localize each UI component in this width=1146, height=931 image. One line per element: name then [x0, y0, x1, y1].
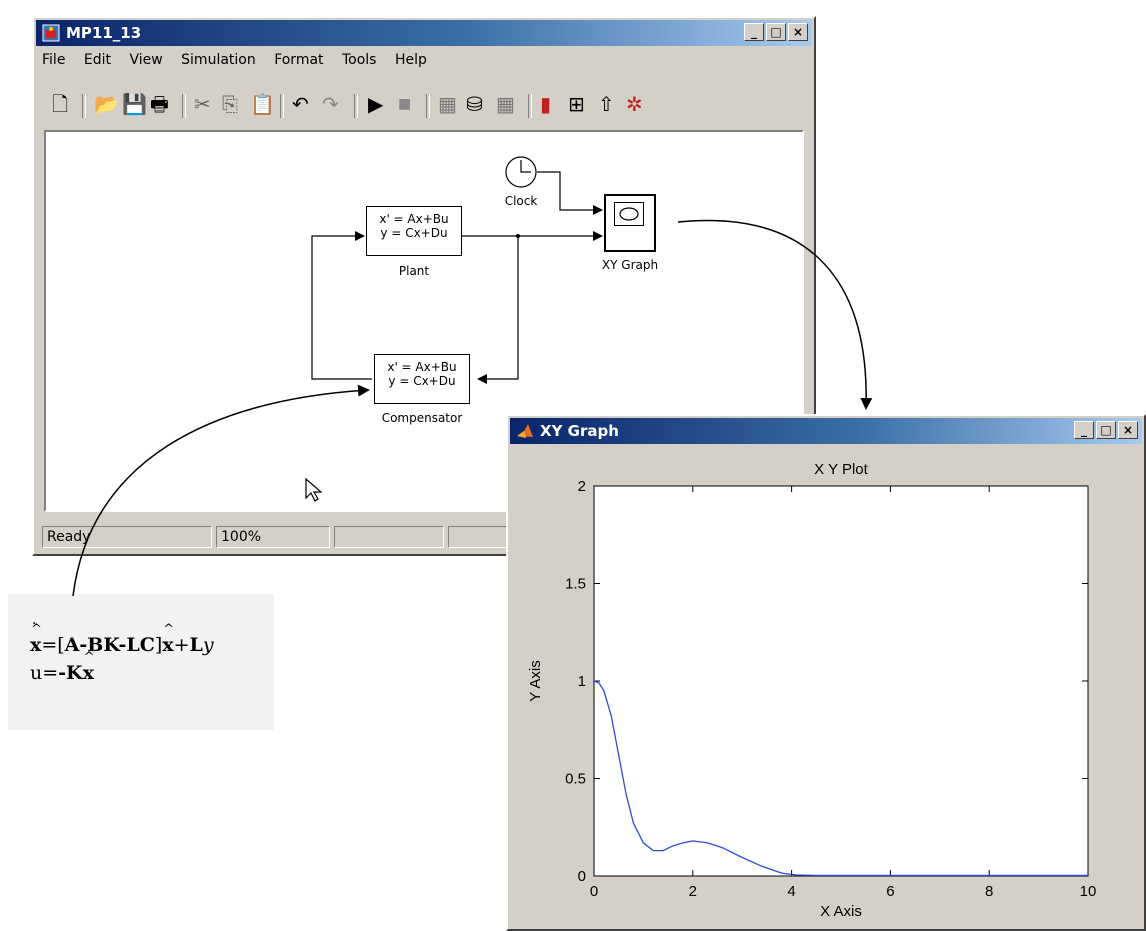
simulink-app-icon — [42, 24, 60, 42]
save-icon[interactable]: 💾 — [122, 90, 147, 118]
new-file-icon[interactable]: 🗋 — [52, 90, 68, 118]
matlab-logo-icon — [516, 422, 534, 440]
y-tick-label: 0.5 — [565, 771, 586, 788]
menu-format[interactable]: Format — [274, 52, 323, 68]
xy-graph-label: XY Graph — [601, 258, 659, 272]
status-text: Ready — [42, 526, 212, 548]
compensator-block[interactable]: x' = Ax+Bu y = Cx+Du — [374, 354, 470, 404]
y-axis-label: Y Axis — [527, 660, 544, 701]
x-axis-label: X Axis — [820, 903, 862, 920]
cut-icon[interactable]: ✂ — [194, 90, 211, 118]
xy-plot: X Y Plot 0 2 4 6 8 10 0 0.5 1 1.5 2 X Axis Y Axis — [527, 461, 1097, 920]
minimize-button[interactable]: _ — [1074, 421, 1094, 439]
undo-icon[interactable]: ↶ — [292, 90, 309, 118]
zoom-level: 100% — [216, 526, 330, 548]
update-diagram-icon[interactable]: ⛁ — [466, 90, 483, 118]
plot-area — [593, 485, 1089, 877]
open-folder-icon[interactable]: 📂 — [94, 90, 119, 118]
xy-graph-window: XY Graph _ □ × X Y Plot 0 2 4 6 8 10 0 0.5 1 1.5 2 X… — [506, 414, 1146, 931]
x-tick-label: 6 — [886, 883, 894, 900]
xhat-dot: x — [30, 634, 42, 656]
menu-help[interactable]: Help — [395, 52, 427, 68]
x-tick-label: 4 — [787, 883, 795, 900]
menu-edit[interactable]: Edit — [84, 52, 111, 68]
paste-icon[interactable]: 📋 — [250, 90, 275, 118]
model-window-title: MP11_13 — [66, 24, 142, 42]
status-cell-empty — [334, 526, 444, 548]
maximize-button[interactable]: □ — [766, 23, 786, 41]
observer-equation: . ^ x =[A-BK-LC] ^ x+Ly — [30, 612, 214, 656]
xhat-2: x — [82, 662, 94, 684]
maximize-button[interactable]: □ — [1096, 421, 1116, 439]
x-tick-label: 0 — [590, 883, 598, 900]
control-law-equation: u=-K ^ x — [30, 650, 95, 684]
plant-block[interactable]: x' = Ax+Bu y = Cx+Du — [366, 206, 462, 256]
minimize-button[interactable]: _ — [744, 23, 764, 41]
chart-title: X Y Plot — [814, 461, 868, 478]
y-tick-label: 2 — [578, 478, 586, 495]
model-titlebar[interactable]: MP11_13 _ □ × — [36, 20, 812, 46]
copy-icon[interactable]: ⎘ — [222, 90, 238, 118]
equation-box: . ^ x =[A-BK-LC] ^ x+Ly u=-K ^ x — [8, 594, 274, 730]
y-tick-label: 0 — [578, 868, 586, 885]
clock-block[interactable] — [504, 156, 538, 190]
plant-eq-1: x' = Ax+Bu — [379, 212, 449, 226]
toolbar: 🗋 📂 💾 🖶 ✂ ⎘ 📋 ↶ ↷ ▶ ■ ▦ ⛁ ▦ ▮ ⊞ ⇧ ✲ — [42, 90, 810, 120]
x-tick-label: 8 — [985, 883, 993, 900]
x-tick-label: 2 — [689, 883, 697, 900]
start-simulation-icon[interactable]: ▶ — [368, 90, 383, 118]
compensator-eq-1: x' = Ax+Bu — [387, 360, 457, 374]
xy-titlebar[interactable]: XY Graph _ □ × — [510, 418, 1142, 444]
xhat: x — [162, 634, 174, 656]
plant-eq-2: y = Cx+Du — [380, 226, 448, 240]
xy-graph-block[interactable] — [604, 194, 656, 252]
mouse-cursor-icon — [305, 478, 323, 502]
close-button[interactable]: × — [1118, 421, 1138, 439]
menu-tools[interactable]: Tools — [342, 52, 377, 68]
compensator-eq-2: y = Cx+Du — [388, 374, 456, 388]
compensator-label: Compensator — [381, 411, 463, 425]
redo-icon[interactable]: ↷ — [322, 90, 339, 118]
go-to-parent-icon[interactable]: ⇧ — [598, 90, 615, 118]
menu-bar: File Edit View Simulation Format Tools H… — [42, 52, 441, 74]
xy-window-title: XY Graph — [540, 422, 619, 440]
menu-simulation[interactable]: Simulation — [181, 52, 256, 68]
plant-label: Plant — [398, 264, 430, 278]
debug-icon[interactable]: ✲ — [626, 90, 643, 118]
print-icon[interactable]: 🖶 — [150, 90, 169, 118]
clock-label: Clock — [504, 194, 538, 208]
close-button[interactable]: × — [788, 23, 808, 41]
connect-icon[interactable]: ▦ — [496, 90, 515, 118]
y-tick-label: 1.5 — [565, 576, 586, 593]
model-explorer-icon[interactable]: ⊞ — [568, 90, 585, 118]
build-icon[interactable]: ▦ — [438, 90, 457, 118]
menu-view[interactable]: View — [129, 52, 162, 68]
stop-simulation-icon[interactable]: ■ — [398, 90, 411, 118]
y-tick-label: 1 — [578, 673, 586, 690]
library-browser-icon[interactable]: ▮ — [540, 90, 551, 118]
menu-file[interactable]: File — [42, 52, 65, 68]
x-tick-label: 10 — [1080, 883, 1097, 900]
